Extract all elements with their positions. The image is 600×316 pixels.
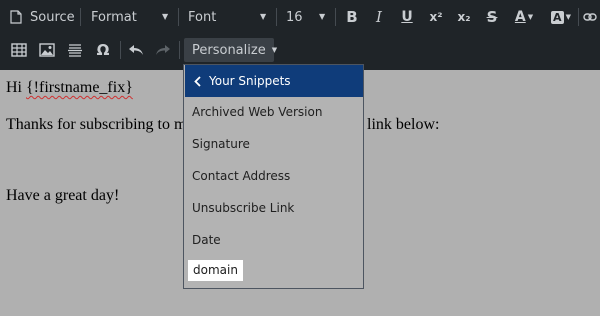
greeting-line: Hi {!firstname_fix} <box>6 79 133 97</box>
menu-back-your-snippets[interactable]: Your Snippets <box>185 65 363 97</box>
background-color-button[interactable]: A ▼ <box>547 7 575 27</box>
chain-link-icon <box>583 13 597 21</box>
table-button[interactable] <box>10 40 28 60</box>
toolbar-divider <box>179 41 180 59</box>
toolbar-divider <box>335 8 336 26</box>
chevron-down-icon: ▼ <box>271 46 278 54</box>
menu-item-domain[interactable]: domain <box>188 260 243 281</box>
menu-item-archived-web-version[interactable]: Archived Web Version <box>192 105 322 119</box>
italic-button[interactable]: I <box>370 7 388 27</box>
firstname-token: {!firstname_fix} <box>26 79 133 96</box>
bold-button[interactable]: B <box>343 7 361 27</box>
menu-header-label: Your Snippets <box>209 74 291 88</box>
image-icon <box>39 43 55 57</box>
horizontal-rule-button[interactable] <box>66 40 84 60</box>
underline-button[interactable]: U <box>398 7 416 27</box>
superscript-button[interactable]: x² <box>426 7 446 27</box>
subscript-button[interactable]: x₂ <box>454 7 474 27</box>
format-dropdown[interactable]: Format ▼ <box>91 8 171 26</box>
undo-icon <box>129 45 143 55</box>
link-button[interactable] <box>582 8 598 26</box>
menu-item-date[interactable]: Date <box>192 233 221 247</box>
chevron-down-icon: ▼ <box>260 12 267 21</box>
undo-button[interactable] <box>127 40 145 60</box>
chevron-down-icon: ▼ <box>527 13 534 21</box>
text-color-button[interactable]: A ▼ <box>510 7 538 27</box>
menu-item-contact-address[interactable]: Contact Address <box>192 169 290 183</box>
text-color-icon: A <box>514 9 526 25</box>
redo-icon <box>156 45 170 55</box>
table-icon <box>11 43 27 57</box>
background-color-icon: A <box>551 10 564 24</box>
source-label: Source <box>30 9 75 25</box>
toolbar-divider <box>120 41 121 59</box>
personalize-dropdown[interactable]: Personalize ▼ <box>184 38 278 62</box>
strikethrough-button[interactable]: S <box>483 7 501 27</box>
chevron-down-icon: ▼ <box>162 12 169 21</box>
format-label: Format <box>91 9 137 25</box>
font-size-label: 16 <box>286 9 303 25</box>
menu-item-unsubscribe-link[interactable]: Unsubscribe Link <box>192 201 294 215</box>
toolbar-divider <box>578 8 579 26</box>
font-size-dropdown[interactable]: 16 ▼ <box>286 8 330 26</box>
thanks-line-start: Thanks for subscribing to m <box>6 116 187 133</box>
font-label: Font <box>188 9 217 25</box>
greeting-text: Hi <box>6 79 26 96</box>
font-dropdown[interactable]: Font ▼ <box>188 8 270 26</box>
chevron-down-icon: ▼ <box>565 13 571 21</box>
chevron-down-icon: ▼ <box>319 12 326 21</box>
personalize-menu: Your Snippets Archived Web Version Signa… <box>183 64 364 289</box>
special-character-button[interactable]: Ω <box>94 40 112 60</box>
redo-button[interactable] <box>154 40 172 60</box>
horizontal-rule-icon <box>68 44 82 57</box>
source-button[interactable]: Source <box>10 8 75 26</box>
menu-item-signature[interactable]: Signature <box>192 137 250 151</box>
editor-toolbar: Source Format ▼ Font ▼ 16 ▼ B I U x² x₂ … <box>0 0 600 70</box>
chevron-left-icon <box>194 75 201 87</box>
image-button[interactable] <box>38 40 56 60</box>
personalize-label: Personalize <box>192 42 266 58</box>
toolbar-divider <box>178 8 179 26</box>
closing-line: Have a great day! <box>6 187 120 204</box>
toolbar-divider <box>276 8 277 26</box>
thanks-line-end: link below: <box>367 116 440 133</box>
toolbar-divider <box>80 8 81 26</box>
page-icon <box>10 10 22 24</box>
